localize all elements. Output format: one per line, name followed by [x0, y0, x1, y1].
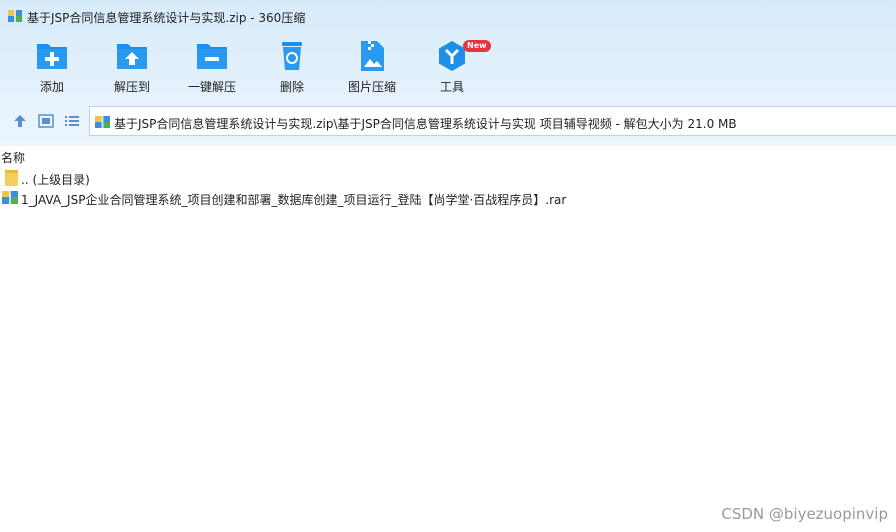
archive-app-icon [8, 9, 22, 22]
tools-label: 工具 [439, 80, 464, 94]
list-item-label: .. (上级目录) [21, 173, 90, 187]
list-view-icon[interactable] [64, 114, 80, 128]
tools-button[interactable]: New 工具 [414, 40, 491, 98]
list-item-label: 1_JAVA_JSP企业合同管理系统_项目创建和部署_数据库创建_项目运行_登陆… [21, 193, 567, 207]
file-list: .. (上级目录) 1_JAVA_JSP企业合同管理系统_项目创建和部署_数据库… [0, 168, 896, 208]
path-text: 基于JSP合同信息管理系统设计与实现.zip\基于JSP合同信息管理系统设计与实… [114, 117, 737, 131]
extract-to-button[interactable]: 解压到 [94, 40, 170, 98]
up-arrow-icon[interactable] [12, 114, 28, 128]
add-button[interactable]: 添加 [14, 40, 90, 98]
add-folder-icon [37, 44, 67, 69]
list-item-parent-directory[interactable]: .. (上级目录) [0, 168, 896, 188]
one-click-extract-icon [197, 44, 227, 69]
list-item-rar-file[interactable]: 1_JAVA_JSP企业合同管理系统_项目创建和部署_数据库创建_项目运行_登陆… [0, 188, 896, 208]
name-column-header[interactable]: 名称 [0, 146, 896, 166]
address-bar: 基于JSP合同信息管理系统设计与实现.zip\基于JSP合同信息管理系统设计与实… [0, 106, 896, 136]
image-compress-label: 图片压缩 [347, 80, 396, 94]
name-column-label: 名称 [1, 151, 26, 165]
image-compress-icon [361, 41, 384, 71]
one-click-extract-label: 一键解压 [187, 80, 236, 94]
delete-button[interactable]: 删除 [254, 40, 330, 98]
rar-archive-icon [2, 190, 18, 204]
folder-icon [5, 170, 18, 186]
zip-archive-icon [95, 115, 110, 128]
watermark: CSDN @biyezuopinvip [721, 505, 888, 523]
window-chrome: 基于JSP合同信息管理系统设计与实现.zip - 360压缩 添加 解压到 一键… [0, 0, 896, 146]
extract-to-label: 解压到 [113, 80, 150, 94]
thumbnail-view-icon[interactable] [38, 114, 54, 128]
new-badge: New [463, 40, 491, 52]
extract-to-icon [117, 44, 147, 69]
delete-label: 删除 [279, 80, 304, 94]
add-label: 添加 [39, 80, 64, 94]
image-compress-button[interactable]: 图片压缩 [334, 40, 410, 98]
recycle-bin-icon [282, 42, 302, 70]
app-window: 基于JSP合同信息管理系统设计与实现.zip - 360压缩 添加 解压到 一键… [0, 0, 896, 532]
window-title: 基于JSP合同信息管理系统设计与实现.zip - 360压缩 [27, 11, 306, 25]
path-field[interactable]: 基于JSP合同信息管理系统设计与实现.zip\基于JSP合同信息管理系统设计与实… [89, 106, 896, 136]
one-click-extract-button[interactable]: 一键解压 [174, 40, 250, 98]
title-bar: 基于JSP合同信息管理系统设计与实现.zip - 360压缩 [0, 0, 896, 32]
toolbar: 添加 解压到 一键解压 删除 图片压缩 New 工具 [0, 32, 896, 98]
